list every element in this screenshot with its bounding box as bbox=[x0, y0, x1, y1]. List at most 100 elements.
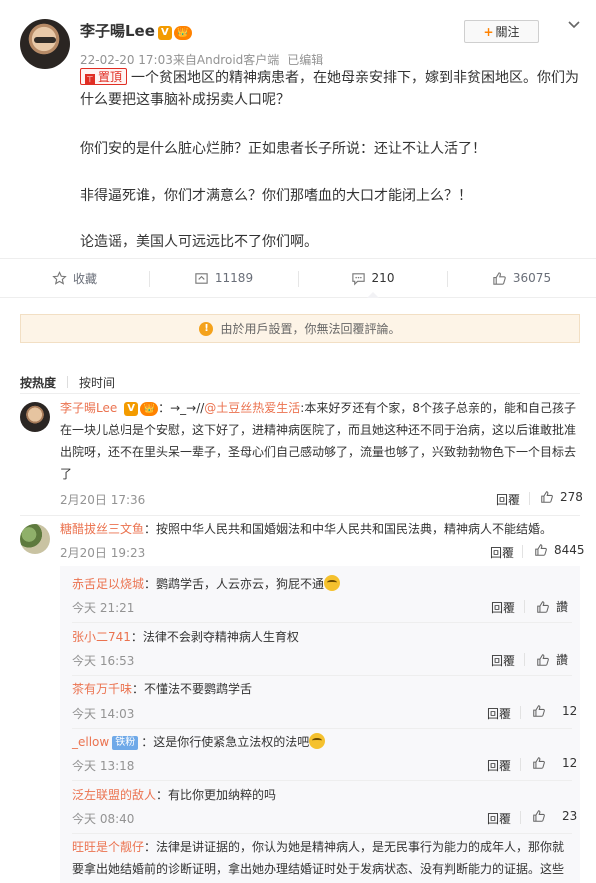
verified-badge: V bbox=[157, 26, 172, 40]
reply-3-body: ：不懂法不要鹦鹉学舌 bbox=[132, 682, 253, 696]
comment-sort-tabs: 按热度 按时间 bbox=[20, 374, 115, 391]
comment-button[interactable]: 210 bbox=[298, 259, 447, 298]
sort-by-hot-tab[interactable]: 按热度 bbox=[20, 374, 56, 391]
reply-2-nick[interactable]: 张小二741 bbox=[72, 630, 131, 644]
post-paragraph-1-text: 一个贫困地区的精神病患者，在她母亲安排下，嫁到非贫困地区。你们为什么要把这事脑补… bbox=[80, 70, 580, 108]
author-name-text[interactable]: 李子暘Lee bbox=[80, 22, 155, 40]
comment-2-time: 2月20日 19:23 bbox=[60, 546, 146, 560]
comment-1-mention[interactable]: @土豆丝热爱生活 bbox=[204, 401, 300, 415]
reply-4-action-divider bbox=[520, 758, 521, 771]
reply-divider bbox=[72, 622, 572, 623]
author-name[interactable]: 李子暘Lee V 👑 bbox=[80, 20, 192, 41]
reply-4-nick[interactable]: _ellow bbox=[72, 735, 109, 749]
thumbs-up-icon bbox=[541, 491, 553, 503]
reply-1-like-count: 讚 bbox=[556, 600, 569, 614]
comment-1-nick[interactable]: 李子暘Lee bbox=[60, 401, 117, 415]
reply-restricted-notice: ! 由於用戶設置，你無法回覆評論。 bbox=[20, 314, 580, 343]
reply-3-action-divider bbox=[520, 706, 521, 719]
comment-2-like-count: 8445 bbox=[554, 543, 585, 557]
pin-icon: ⊤ bbox=[85, 74, 95, 85]
reply-3-text: 茶有万千味：不懂法不要鹦鹉学舌 bbox=[72, 678, 572, 700]
post-edited: 已编辑 bbox=[287, 53, 324, 67]
reply-2-time: 今天 16:53 bbox=[72, 654, 135, 668]
thumbs-up-icon bbox=[533, 705, 545, 717]
comment-2-avatar[interactable] bbox=[20, 524, 50, 554]
reply-5-body: ：有比你更加纳粹的吗 bbox=[156, 788, 277, 802]
reply-6-text: 旺旺是个靓仔：法律是讲证据的，你认为她是精神病人，是无民事行为能力的成年人，那你… bbox=[72, 836, 572, 883]
comment-1-like-count: 278 bbox=[560, 490, 583, 504]
reply-5-reply-button[interactable]: 回覆 bbox=[487, 810, 511, 827]
author-avatar[interactable] bbox=[20, 19, 70, 69]
reply-2-text: 张小二741：法律不会剥夺精神病人生育权 bbox=[72, 626, 572, 648]
reply-4-like-button[interactable]: 12 bbox=[532, 756, 577, 770]
reply-3-reply-button[interactable]: 回覆 bbox=[487, 705, 511, 722]
comment-2-text: 糖醋拔丝三文鱼：按照中华人民共和国婚姻法和中华人民共和国民法典，精神病人不能结婚… bbox=[60, 518, 580, 540]
pinned-badge: ⊤ 置頂 bbox=[80, 68, 128, 85]
reply-2-like-button[interactable]: 讚 bbox=[536, 651, 568, 668]
repost-button[interactable]: 11189 bbox=[149, 259, 298, 297]
reply-2-reply-button[interactable]: 回覆 bbox=[491, 652, 515, 669]
pinned-label: 置頂 bbox=[98, 70, 123, 84]
verified-badge: V bbox=[124, 402, 139, 416]
comment-1-reply-button[interactable]: 回覆 bbox=[496, 491, 520, 508]
reply-1-like-button[interactable]: 讚 bbox=[536, 598, 568, 615]
comment-2-reply-button[interactable]: 回覆 bbox=[490, 544, 514, 561]
comment-2-body: ：按照中华人民共和国婚姻法和中华人民共和国民法典，精神病人不能结婚。 bbox=[144, 522, 553, 536]
comment-1-like-button[interactable]: 278 bbox=[540, 490, 583, 504]
post-paragraph-2: 你们安的是什么脏心烂肺？正如患者长子所说：还让不让人活了！ bbox=[80, 141, 486, 157]
comment-2-action-divider bbox=[522, 545, 523, 558]
comment-divider bbox=[20, 515, 580, 516]
reply-3-nick[interactable]: 茶有万千味 bbox=[72, 682, 132, 696]
favorite-label: 收藏 bbox=[72, 271, 97, 286]
favorite-button[interactable]: 收藏 bbox=[0, 259, 149, 297]
reply-6-body: ：法律是讲证据的，你认为她是精神病人，是无民事行为能力的成年人，那你就要拿出她结… bbox=[72, 840, 565, 876]
comment-1-time: 2月20日 17:36 bbox=[60, 493, 146, 507]
reply-5-like-button[interactable]: 23 bbox=[532, 809, 577, 823]
comment-2-nick[interactable]: 糖醋拔丝三文鱼 bbox=[60, 522, 144, 536]
thumbs-up-icon bbox=[533, 757, 545, 769]
repost-count: 11189 bbox=[214, 271, 254, 285]
post-time[interactable]: 22-02-20 17:03 bbox=[80, 53, 173, 67]
warning-icon: ! bbox=[199, 321, 214, 336]
reply-1-reply-button[interactable]: 回覆 bbox=[491, 599, 515, 616]
reply-3-like-button[interactable]: 12 bbox=[532, 704, 577, 718]
comment-1-prefix: ：→_→// bbox=[158, 401, 205, 415]
reply-2-action-divider bbox=[524, 653, 525, 666]
follow-button[interactable]: + 關注 bbox=[464, 20, 539, 43]
reply-1-nick[interactable]: 赤舌足以烧城 bbox=[72, 577, 144, 591]
reply-6-nick[interactable]: 旺旺是个靓仔 bbox=[72, 840, 144, 854]
reply-3-like-count: 12 bbox=[562, 704, 578, 718]
sort-by-time-tab[interactable]: 按时间 bbox=[79, 374, 115, 391]
post-action-bar: 收藏 11189 210 36075 bbox=[0, 258, 596, 298]
reply-divider bbox=[72, 780, 572, 781]
vip-badge-icon: 👑 bbox=[140, 402, 159, 416]
thumbs-up-icon bbox=[533, 810, 545, 822]
notice-text: 由於用戶設置，你無法回覆評論。 bbox=[220, 322, 401, 336]
plus-icon: + bbox=[483, 24, 494, 39]
reply-1-body: ：鹦鹉学舌，人云亦云，狗屁不通 bbox=[144, 577, 325, 591]
like-button[interactable]: 36075 bbox=[447, 259, 596, 297]
reply-3-time: 今天 14:03 bbox=[72, 707, 135, 721]
reply-5-like-count: 23 bbox=[562, 809, 578, 823]
reply-4-body: ：这是你行使紧急立法权的法吧 bbox=[141, 735, 310, 749]
comment-2-like-button[interactable]: 8445 bbox=[534, 543, 585, 557]
thumbs-up-icon bbox=[535, 544, 547, 556]
fan-badge: 铁粉 bbox=[112, 736, 139, 750]
comment-1-text: 李子暘Lee V 👑 ：→_→//@土豆丝热爱生活:本来好歹还有个家，8个孩子总亲的… bbox=[60, 397, 580, 485]
comment-count: 210 bbox=[371, 271, 395, 285]
emoji-icon bbox=[309, 733, 326, 749]
post-source: 来自Android客户端 bbox=[172, 53, 280, 67]
sort-divider bbox=[67, 376, 69, 388]
comment-1-action-divider bbox=[529, 492, 530, 505]
reply-4-time: 今天 13:18 bbox=[72, 759, 135, 773]
emoji-icon bbox=[324, 575, 341, 591]
reply-4-reply-button[interactable]: 回覆 bbox=[487, 757, 511, 774]
reply-5-nick[interactable]: 泛左联盟的敌人 bbox=[72, 788, 156, 802]
comment-1-avatar[interactable] bbox=[20, 402, 50, 432]
thumbs-up-icon bbox=[493, 271, 506, 285]
reply-2-like-count: 讚 bbox=[556, 653, 569, 667]
chevron-down-icon[interactable] bbox=[566, 16, 582, 32]
post-paragraph-3: 非得逼死谁，你们才满意么？你们那嗜血的大口才能闭上么？！ bbox=[80, 188, 472, 204]
reply-5-time: 今天 08:40 bbox=[72, 812, 135, 826]
follow-label: 關注 bbox=[495, 25, 520, 39]
